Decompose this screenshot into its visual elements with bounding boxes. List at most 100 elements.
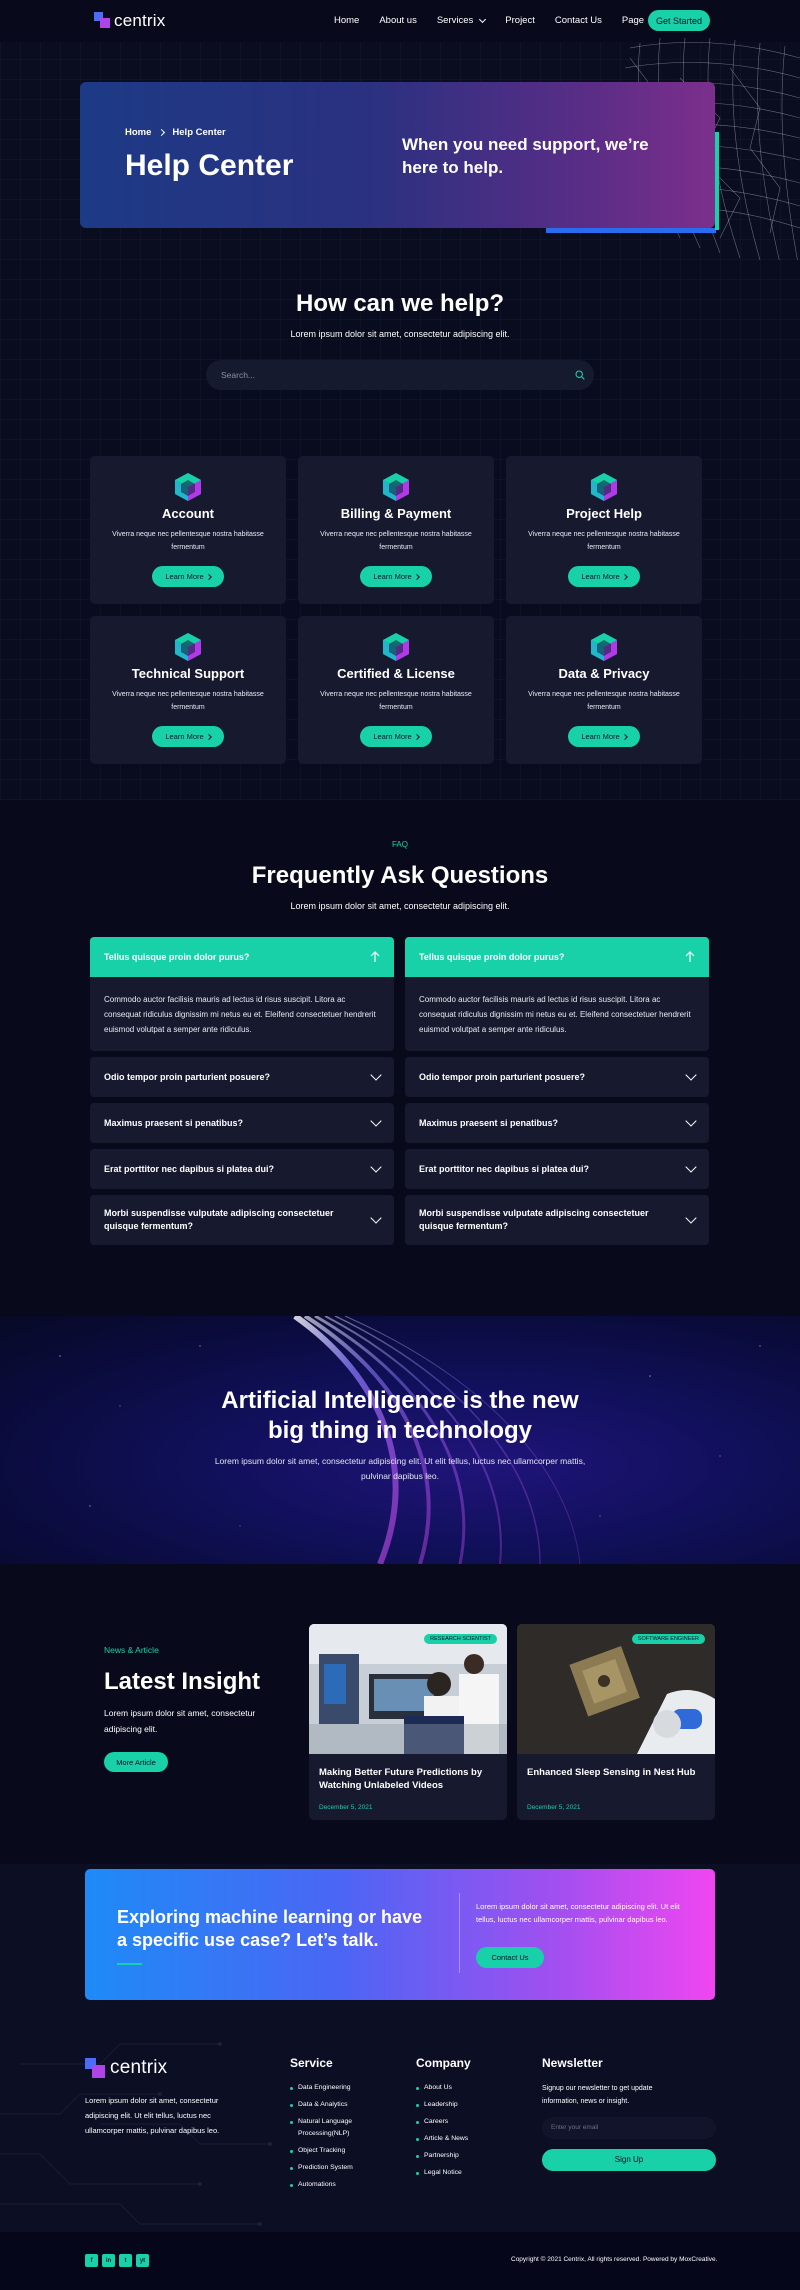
nav-services-label: Services (436, 15, 474, 26)
footer-link[interactable]: Object Tracking (290, 2145, 360, 2157)
contact-us-button[interactable]: Contact Us (476, 1947, 544, 1968)
chevron-down-icon (479, 15, 487, 23)
faq-question[interactable]: Morbi suspendisse vulputate adipiscing c… (405, 1195, 709, 1245)
faq-question[interactable]: Maximus praesent si penatibus? (90, 1103, 394, 1143)
faq-question[interactable]: Erat porttitor nec dapibus si platea dui… (90, 1149, 394, 1189)
footer-link[interactable]: Data & Analytics (290, 2099, 360, 2111)
chevron-down-icon (370, 1160, 382, 1173)
footer-link[interactable]: About Us (416, 2082, 471, 2094)
sign-up-button[interactable]: Sign Up (542, 2148, 716, 2171)
email-field[interactable] (542, 2116, 716, 2139)
more-article-button[interactable]: More Article (104, 1752, 168, 1772)
article-title[interactable]: Enhanced Sleep Sensing in Nest Hub (527, 1766, 705, 1779)
faq-question-text: Odio tempor proin parturient posuere? (104, 1072, 271, 1082)
help-title: How can we help? (295, 290, 505, 317)
faq-question-text: Tellus quisque proin dolor purus? (104, 952, 250, 962)
chevron-down-icon (685, 1160, 697, 1173)
footer-link[interactable]: Automations (290, 2179, 360, 2191)
nav-about[interactable]: About us (379, 15, 417, 26)
footer-company-column: Company About Us Leadership Careers Arti… (416, 2056, 471, 2184)
faq-question[interactable]: Odio tempor proin parturient posuere? (90, 1057, 394, 1097)
faq-question-text: Erat porttitor nec dapibus si platea dui… (419, 1164, 590, 1174)
faq-open-question[interactable]: Tellus quisque proin dolor purus? (405, 937, 709, 977)
logo[interactable]: centrix (94, 11, 165, 30)
help-card: Billing & Payment Viverra neque nec pelle… (298, 456, 494, 604)
faq-question-text: Morbi suspendisse vulputate adipiscing c… (104, 1208, 334, 1231)
footer-link[interactable]: Natural Language Processing(NLP) (290, 2116, 360, 2140)
faq-question[interactable]: Maximus praesent si penatibus? (405, 1103, 709, 1143)
faq-answer: Commodo auctor facilisis mauris ad lectu… (90, 977, 394, 1051)
chevron-down-icon (685, 1211, 697, 1224)
breadcrumb: Home Help Center (125, 127, 226, 138)
nav-project[interactable]: Project (505, 15, 535, 26)
insight-tag: News & Article (104, 1645, 159, 1655)
top-nav: centrix Home About us Services Project C… (0, 0, 800, 42)
faq-question-text: Maximus praesent si penatibus? (419, 1118, 559, 1128)
footer-link[interactable]: Careers (416, 2116, 471, 2128)
faq-subtitle: Lorem ipsum dolor sit amet, consectetur … (290, 901, 510, 911)
article-card[interactable]: SOFTWARE ENGINEER Enhanced Sleep Sensing… (517, 1624, 715, 1820)
faq-question[interactable]: Odio tempor proin parturient posuere? (405, 1057, 709, 1097)
card-title: Billing & Payment (340, 506, 452, 521)
search-icon[interactable] (575, 370, 585, 380)
nav-home[interactable]: Home (334, 15, 359, 26)
footer-link[interactable]: Prediction System (290, 2162, 360, 2174)
chevron-right-icon (205, 733, 212, 740)
youtube-icon[interactable]: yt (136, 2254, 149, 2267)
learn-more-button[interactable]: Learn More (152, 566, 224, 587)
help-card: Certified & License Viverra neque nec pel… (298, 616, 494, 764)
learn-more-label: Learn More (165, 572, 204, 581)
footer-link[interactable]: Data Engineering (290, 2082, 360, 2094)
copyright: Copyright © 2021 Centrix, All rights res… (511, 2256, 718, 2263)
footer-link[interactable]: Leadership (416, 2099, 471, 2111)
faq-answer: Commodo auctor facilisis mauris ad lectu… (405, 977, 709, 1051)
insight-subtitle: Lorem ipsum dolor sit amet, consectetur … (104, 1708, 256, 1734)
footer-link[interactable]: Legal Notice (416, 2167, 471, 2179)
footer-link[interactable]: Partnership (416, 2150, 471, 2162)
article-date: December 5, 2021 (319, 1804, 373, 1811)
nav-contact[interactable]: Contact Us (555, 15, 602, 26)
learn-more-button[interactable]: Learn More (360, 566, 432, 587)
nav-services[interactable]: Services (436, 15, 487, 26)
footer-link[interactable]: Article & News (416, 2133, 471, 2145)
footer-service-column: Service Data Engineering Data & Analytic… (290, 2056, 360, 2196)
learn-more-button[interactable]: Learn More (152, 726, 224, 747)
chevron-down-icon (685, 1114, 697, 1127)
twitter-icon[interactable]: t (119, 2254, 132, 2267)
ai-title: Artificial Intelligence is the new big t… (0, 1386, 800, 1446)
learn-more-button[interactable]: Learn More (360, 726, 432, 747)
help-card: Account Viverra neque nec pellentesque no… (90, 456, 286, 604)
footer-company-title: Company (416, 2056, 471, 2070)
card-text: Viverra neque nec pellentesque nostra ha… (112, 691, 264, 711)
article-title[interactable]: Making Better Future Predictions by Watc… (319, 1766, 497, 1792)
linkedin-icon[interactable]: in (102, 2254, 115, 2267)
help-card: Technical Support Viverra neque nec pelle… (90, 616, 286, 764)
card-text: Viverra neque nec pellentesque nostra ha… (320, 531, 472, 551)
card-title: Certified & License (337, 666, 455, 681)
cube-icon (591, 633, 617, 661)
cube-icon (383, 633, 409, 661)
cube-icon (175, 473, 201, 501)
learn-more-button[interactable]: Learn More (568, 726, 640, 747)
help-card: Data & Privacy Viverra neque nec pellente… (506, 616, 702, 764)
hero-subtitle: When you need support, we’re here to hel… (402, 135, 649, 177)
learn-more-label: Learn More (165, 732, 204, 741)
faq-question[interactable]: Erat porttitor nec dapibus si platea dui… (405, 1149, 709, 1189)
learn-more-button[interactable]: Learn More (568, 566, 640, 587)
footer-about: Lorem ipsum dolor sit amet, consectetur … (85, 2096, 220, 2135)
cube-icon (383, 473, 409, 501)
chevron-down-icon (370, 1211, 382, 1224)
learn-more-label: Learn More (373, 572, 412, 581)
get-started-button[interactable]: Get Started (648, 10, 710, 31)
card-text: Viverra neque nec pellentesque nostra ha… (528, 691, 680, 711)
facebook-icon[interactable]: f (85, 2254, 98, 2267)
insight-title: Latest Insight (104, 1668, 261, 1695)
search-input[interactable] (206, 360, 594, 390)
article-card[interactable]: RESEARCH SCIENTIST Making Better Future … (309, 1624, 507, 1820)
faq-question[interactable]: Morbi suspendisse vulputate adipiscing c… (90, 1195, 394, 1245)
faq-open-question[interactable]: Tellus quisque proin dolor purus? (90, 937, 394, 977)
breadcrumb-home[interactable]: Home (125, 127, 151, 138)
chevron-right-icon (205, 573, 212, 580)
footer-logo[interactable]: centrix (85, 2057, 167, 2078)
footer-service-title: Service (290, 2056, 333, 2070)
